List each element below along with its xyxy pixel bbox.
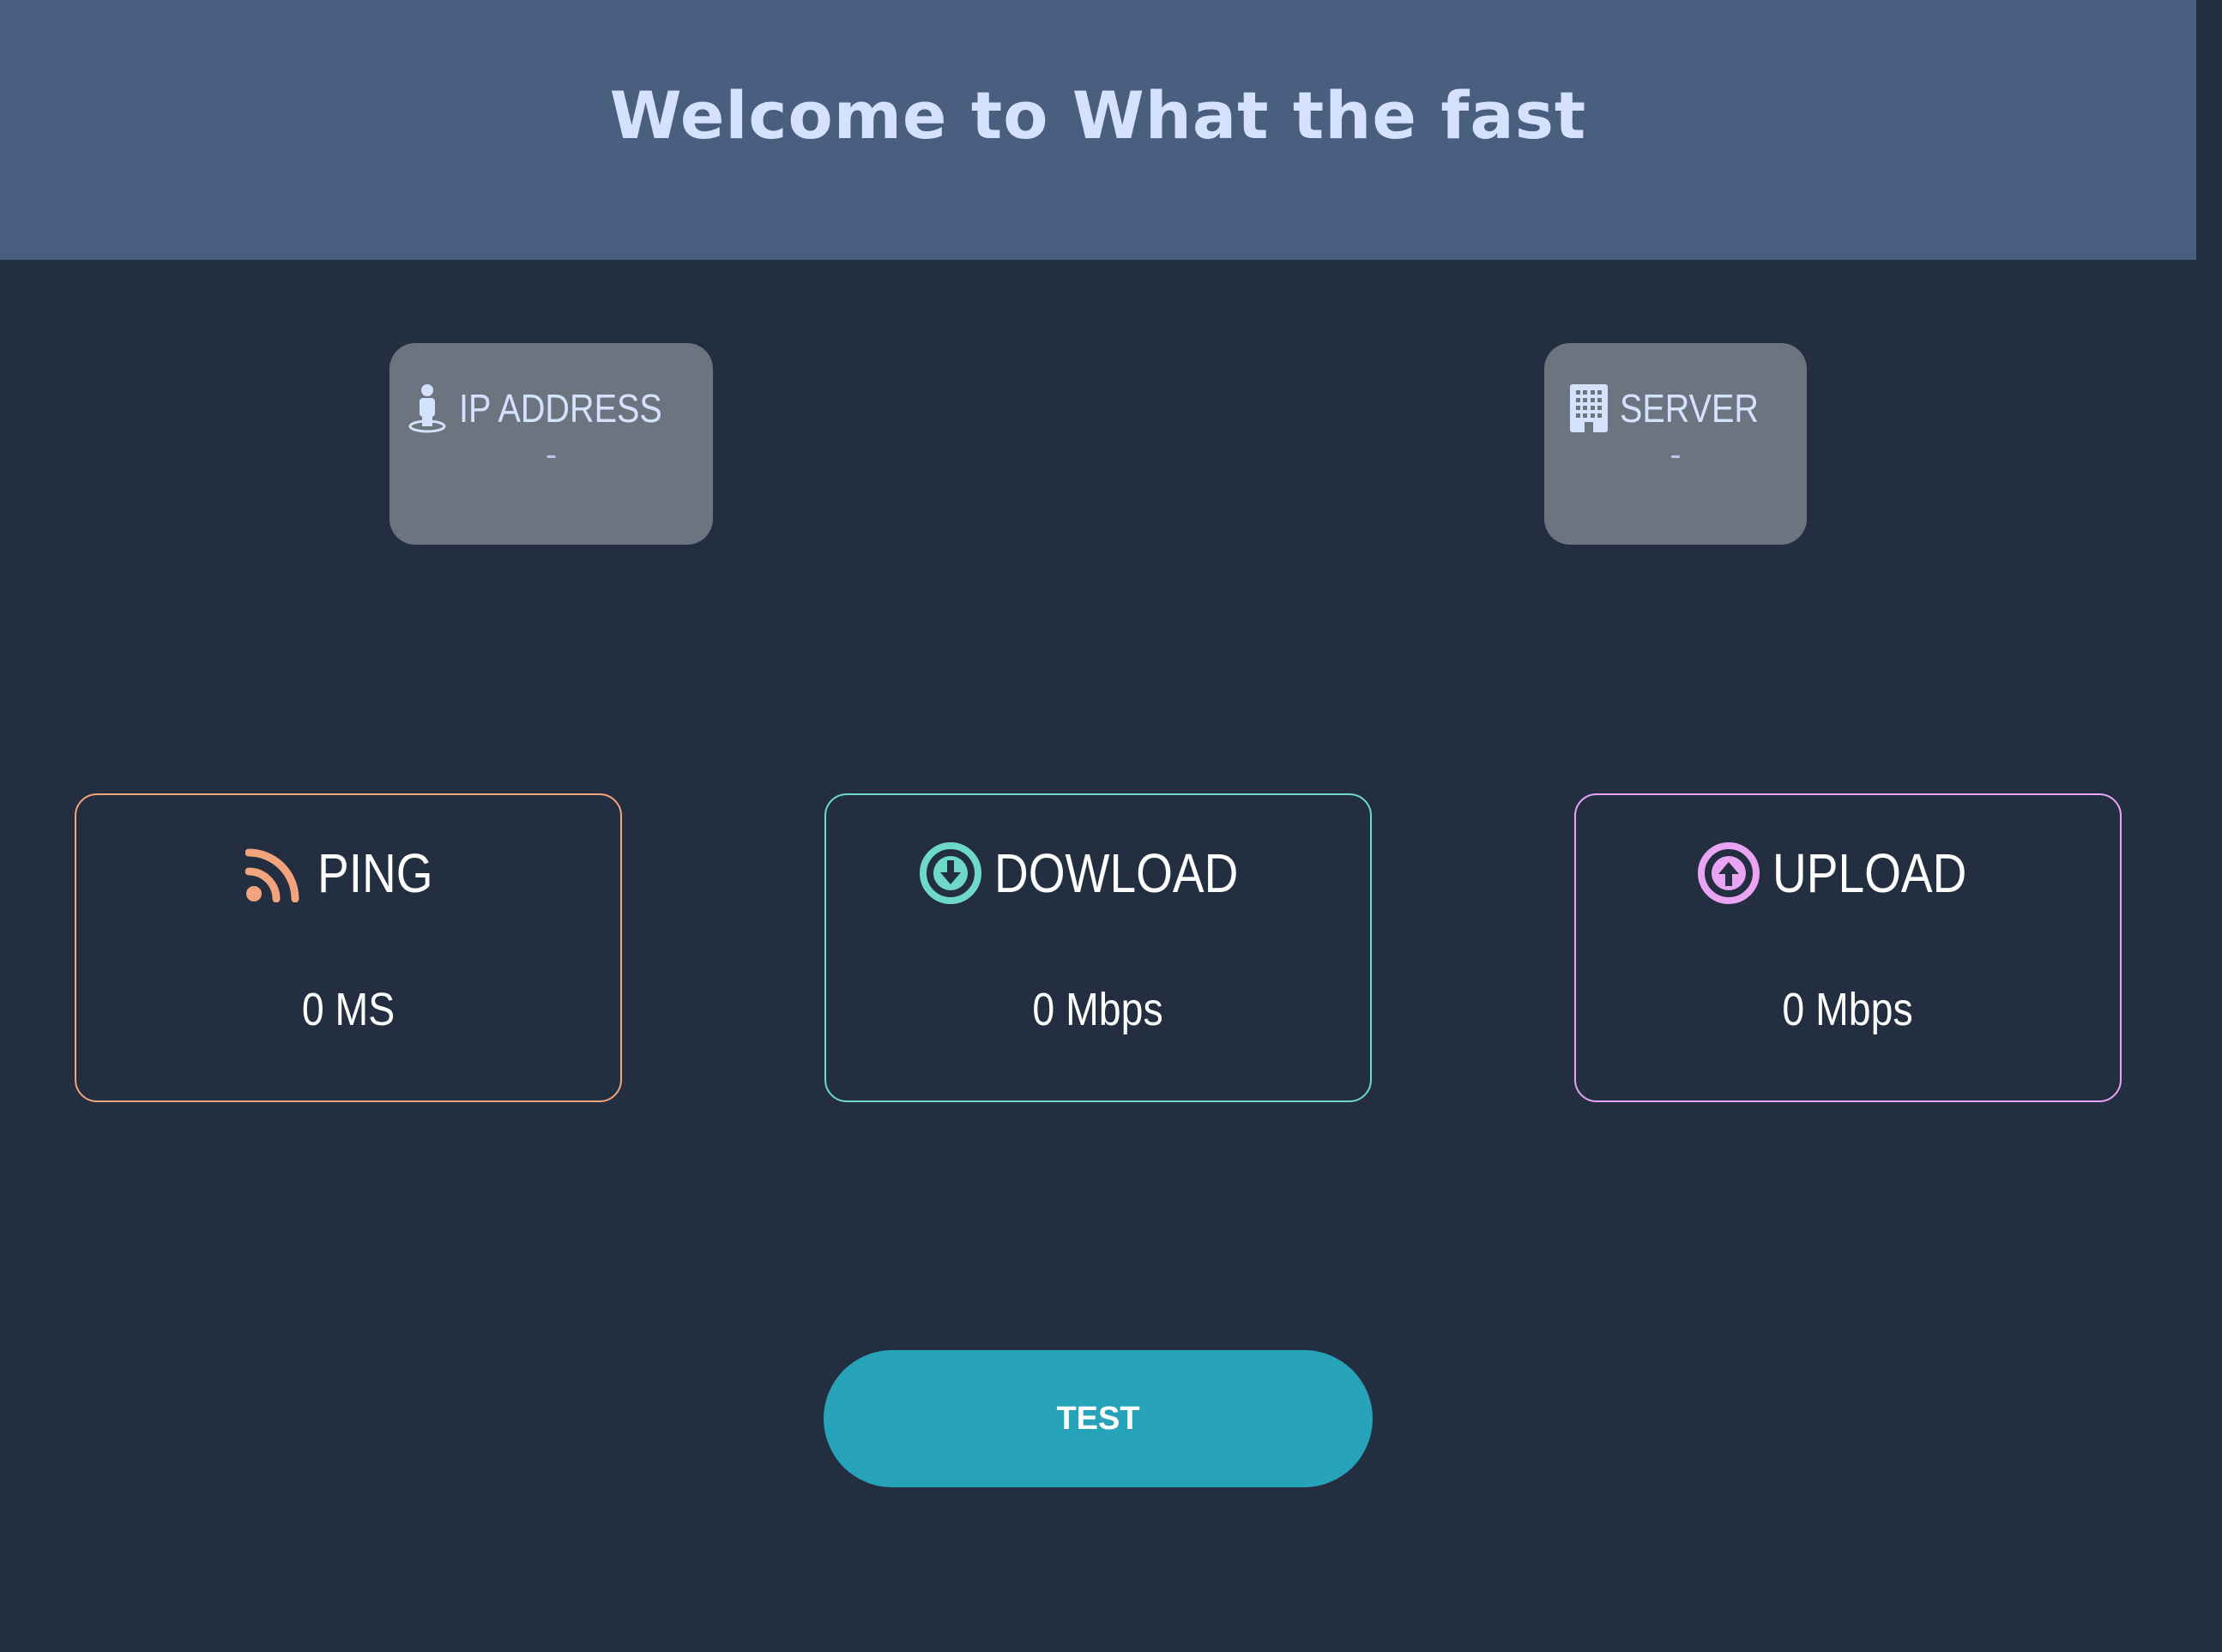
test-button[interactable]: TEST [824,1350,1373,1487]
ping-value: 0 MS [301,984,395,1035]
server-label: SERVER [1619,386,1759,431]
download-value: 0 Mbps [1032,984,1164,1035]
scroll-gutter [2196,0,2222,260]
ip-address-header: IP ADDRESS [389,381,713,436]
upload-value: 0 Mbps [1782,984,1914,1035]
download-label: DOWLOAD [993,842,1239,904]
download-card: DOWLOAD 0 Mbps [824,793,1372,1102]
server-card: SERVER - [1544,343,1807,545]
header-bar: Welcome to What the fast [0,0,2196,260]
arrow-up-circle-icon [1698,842,1760,904]
server-value: - [1670,436,1682,473]
ping-label: PING [317,842,433,904]
download-header: DOWLOAD [826,839,1370,907]
building-icon [1569,384,1608,432]
ip-address-value: - [545,436,558,473]
arrow-down-circle-icon [919,842,981,904]
upload-label: UPLOAD [1772,842,1967,904]
ip-address-label: IP ADDRESS [458,386,662,431]
rss-icon [245,848,299,902]
person-pin-icon [408,384,446,433]
upload-header: UPLOAD [1576,839,2120,907]
ping-card: PING 0 MS [75,793,622,1102]
page-title: Welcome to What the fast [609,77,1587,154]
upload-card: UPLOAD 0 Mbps [1574,793,2122,1102]
server-header: SERVER [1544,381,1807,436]
ping-header: PING [76,839,620,907]
ip-address-card: IP ADDRESS - [389,343,713,545]
